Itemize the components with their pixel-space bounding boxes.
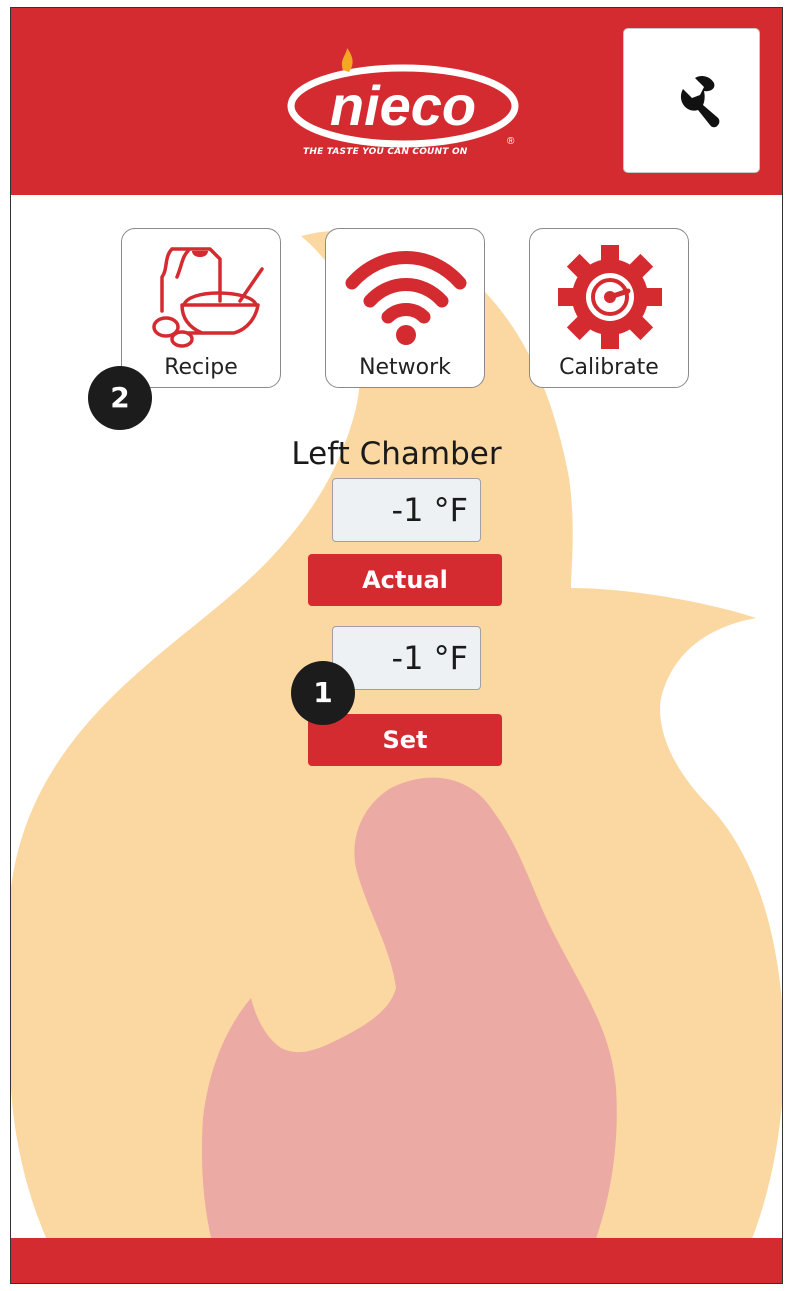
app-header: nieco ® THE TASTE YOU CAN COUNT ON xyxy=(11,8,782,195)
callout-badge-1: 1 xyxy=(291,661,355,725)
network-tile[interactable]: Network xyxy=(325,228,485,388)
recipe-label: Recipe xyxy=(164,355,238,380)
svg-text:®: ® xyxy=(507,136,515,147)
logo-wordmark: nieco xyxy=(330,74,476,137)
callout-badge-2: 2 xyxy=(88,366,152,430)
settings-button[interactable] xyxy=(623,28,760,173)
recipe-tile[interactable]: Recipe xyxy=(121,228,281,388)
logo-tagline: THE TASTE YOU CAN COUNT ON xyxy=(303,147,468,157)
wrench-icon xyxy=(680,75,720,128)
set-temperature-field[interactable]: -1 °F xyxy=(332,626,481,690)
app-footer xyxy=(11,1238,782,1283)
actual-button[interactable]: Actual xyxy=(308,554,502,606)
set-button[interactable]: Set xyxy=(308,714,502,766)
app-screen: nieco ® THE TASTE YOU CAN COUNT ON Recip… xyxy=(10,7,783,1284)
chamber-title: Left Chamber xyxy=(291,436,502,472)
wifi-icon xyxy=(345,251,467,345)
actual-temperature-display: -1 °F xyxy=(332,478,481,542)
calibrate-label: Calibrate xyxy=(559,355,659,380)
calibrate-gear-icon xyxy=(558,245,662,349)
calibrate-tile[interactable]: Calibrate xyxy=(529,228,689,388)
recipe-icon xyxy=(152,247,264,348)
network-label: Network xyxy=(359,355,451,380)
